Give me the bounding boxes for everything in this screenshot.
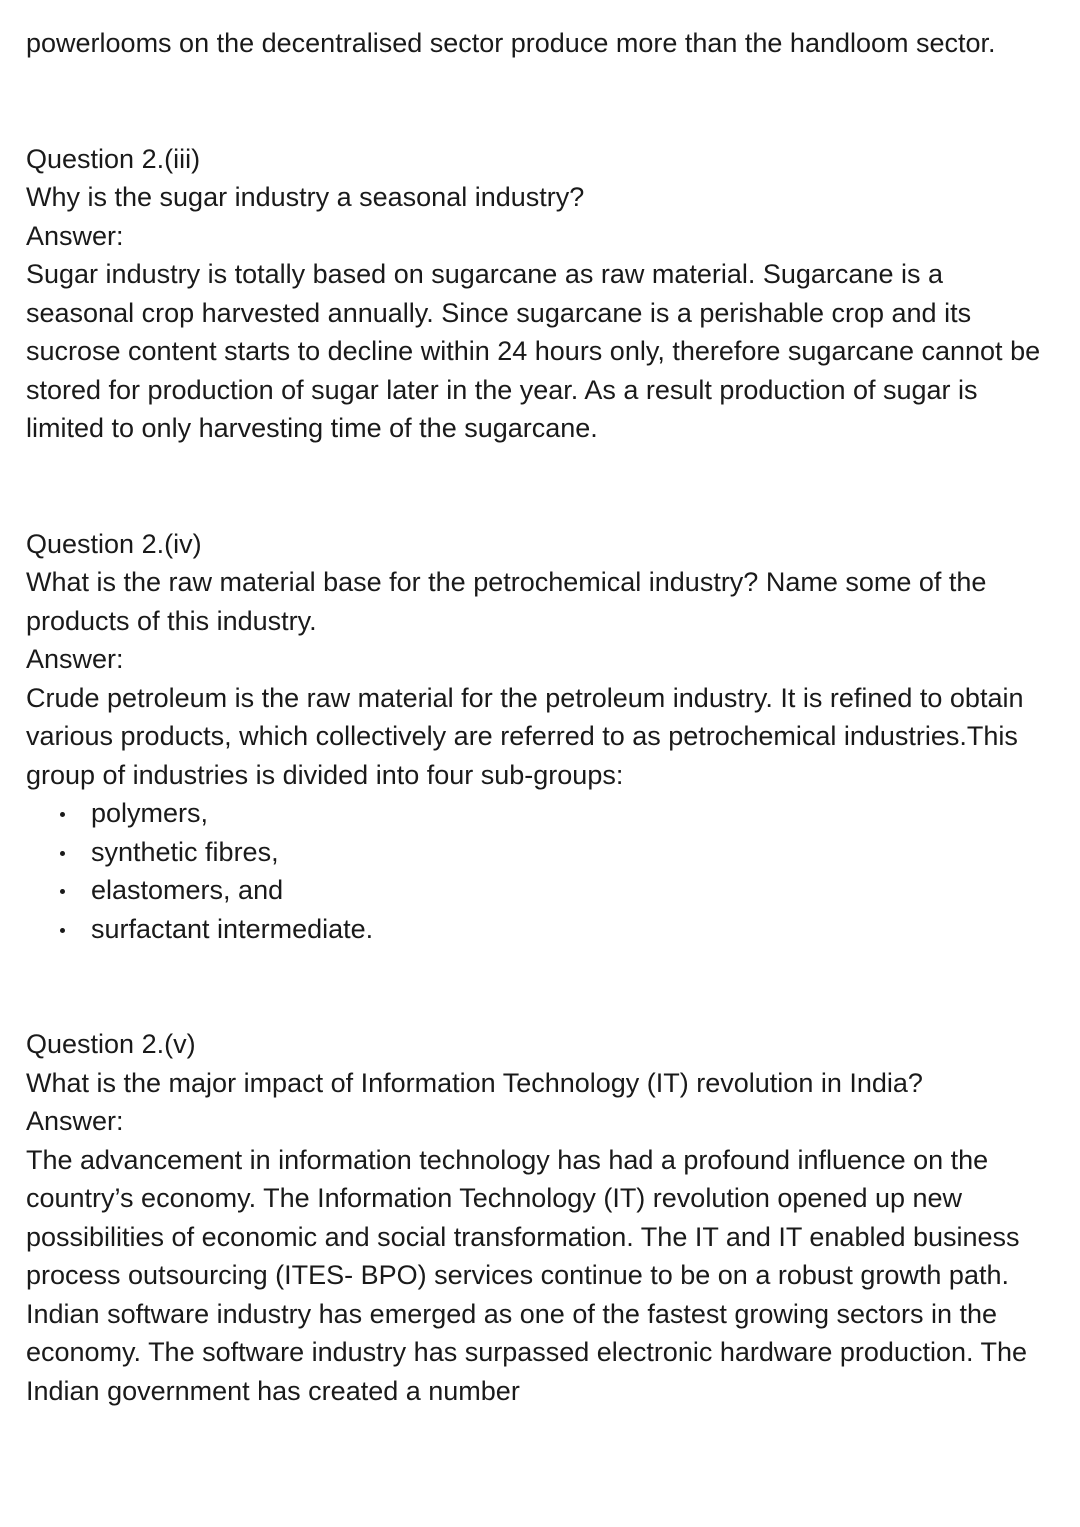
question-label: Question 2.(v) (26, 1029, 196, 1059)
intro-paragraph: powerlooms on the decentralised sector p… (26, 28, 996, 58)
question-text: Why is the sugar industry a seasonal ind… (26, 182, 585, 212)
list-item: polymers, (60, 794, 1050, 833)
question-text: What is the major impact of Information … (26, 1067, 923, 1098)
question-text: What is the raw material base for the pe… (26, 567, 987, 636)
list-item: synthetic fibres, (60, 833, 1050, 872)
list-item: surfactant intermediate. (60, 910, 1050, 949)
list-item: elastomers, and (60, 871, 1050, 910)
answer-label: Answer: (26, 644, 124, 674)
question-2-v: Question 2.(v) What is the major impact … (26, 1025, 1050, 1410)
sub-groups-list: polymers, synthetic fibres, elastomers, … (26, 794, 1050, 948)
answer-label: Answer: (26, 1106, 124, 1136)
answer-text: Crude petroleum is the raw material for … (26, 682, 1024, 790)
question-label: Question 2.(iv) (26, 528, 202, 559)
document-page: powerlooms on the decentralised sector p… (0, 0, 1080, 1527)
question-label: Question 2.(iii) (26, 143, 201, 174)
question-2-iv: Question 2.(iv) What is the raw material… (26, 525, 1050, 949)
question-2-iii: Question 2.(iii) Why is the sugar indust… (26, 140, 1050, 448)
answer-text: Sugar industry is totally based on sugar… (26, 259, 1041, 443)
answer-text: The advancement in information technolog… (26, 1144, 1028, 1406)
answer-label: Answer: (26, 220, 124, 251)
